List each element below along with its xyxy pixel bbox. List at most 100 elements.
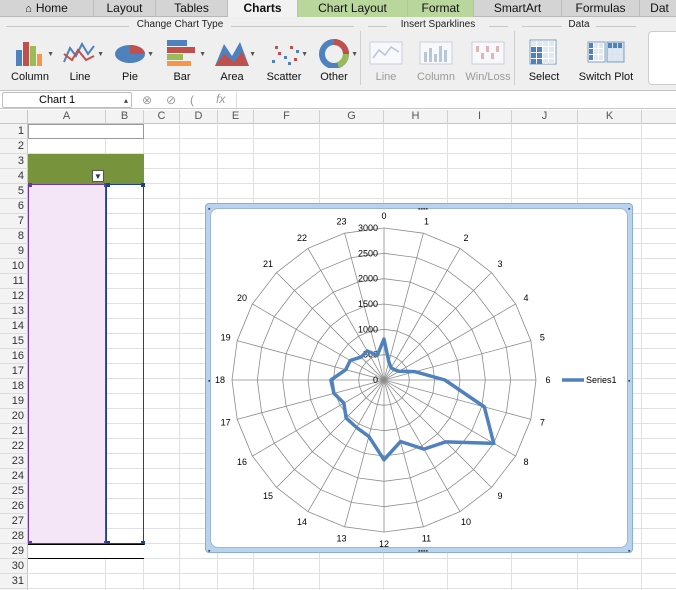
row-header[interactable]: 1 <box>0 124 28 139</box>
select-all-corner[interactable] <box>0 110 28 124</box>
tab-chart-layout[interactable]: Chart Layout <box>298 0 408 17</box>
row-header[interactable]: 28 <box>0 529 28 544</box>
chart-resize-handle[interactable]: ▪ <box>628 548 631 554</box>
row-header[interactable]: 10 <box>0 259 28 274</box>
chart-resize-handle[interactable]: ▪▪▪▪ <box>418 206 428 213</box>
row-header[interactable]: 24 <box>0 469 28 484</box>
column-header-K[interactable]: K <box>578 110 642 124</box>
row-header[interactable]: 9 <box>0 244 28 259</box>
column-sparkline-button[interactable]: Column <box>410 31 462 87</box>
chevron-down-icon[interactable]: ▼ <box>97 51 104 58</box>
formula-input[interactable] <box>236 92 672 108</box>
column-header-G[interactable]: G <box>320 110 384 124</box>
report-filter-area[interactable] <box>28 124 144 139</box>
row-header[interactable]: 8 <box>0 229 28 244</box>
chevron-down-icon[interactable]: ▼ <box>301 51 308 58</box>
row-header[interactable]: 11 <box>0 274 28 289</box>
row-header[interactable]: 19 <box>0 394 28 409</box>
row-header[interactable]: 17 <box>0 364 28 379</box>
tab-dat[interactable]: Dat <box>640 0 676 17</box>
row-header[interactable]: 15 <box>0 334 28 349</box>
range-handle[interactable] <box>141 183 145 187</box>
row-header[interactable]: 18 <box>0 379 28 394</box>
bar-button[interactable]: ▼ Bar <box>156 31 208 87</box>
row-header[interactable]: 26 <box>0 499 28 514</box>
row-header[interactable]: 13 <box>0 304 28 319</box>
column-header-A[interactable]: A <box>28 110 106 124</box>
row-header[interactable]: 3 <box>0 154 28 169</box>
tab-layout[interactable]: Layout <box>94 0 156 17</box>
column-header-overflow[interactable] <box>642 110 676 124</box>
tab-label: Charts <box>243 1 282 15</box>
row-header[interactable]: 30 <box>0 559 28 574</box>
row-labels-header[interactable]: ▼ <box>28 169 106 184</box>
win-loss-sparkline-button[interactable]: Win/Loss <box>462 31 514 87</box>
row-header[interactable]: 27 <box>0 514 28 529</box>
total-header[interactable] <box>106 169 144 184</box>
tab-home[interactable]: ⌂ Home <box>0 0 94 17</box>
grand-total-value[interactable] <box>106 544 144 559</box>
filter-dropdown-icon[interactable]: ▼ <box>92 170 104 182</box>
column-header-I[interactable]: I <box>448 110 512 124</box>
row-header[interactable]: 2 <box>0 139 28 154</box>
row-header[interactable]: 20 <box>0 409 28 424</box>
chevron-down-icon[interactable]: ▼ <box>47 51 54 58</box>
chevron-down-icon[interactable]: ▼ <box>199 51 206 58</box>
column-button[interactable]: ▼ Column <box>4 31 56 87</box>
pivot-title[interactable] <box>28 154 106 169</box>
row-header[interactable]: 5 <box>0 184 28 199</box>
row-header[interactable]: 29 <box>0 544 28 559</box>
row-header[interactable]: 31 <box>0 574 28 589</box>
row-header[interactable]: 6 <box>0 199 28 214</box>
column-header-E[interactable]: E <box>218 110 254 124</box>
chevron-down-icon[interactable]: ▼ <box>147 51 154 58</box>
area-button[interactable]: ▼ Area <box>206 31 258 87</box>
row-header[interactable]: 12 <box>0 289 28 304</box>
tab-format[interactable]: Format <box>408 0 474 17</box>
chart-resize-handle[interactable]: ▪ <box>208 206 211 213</box>
chart-resize-handle[interactable]: ▪▪▪▪ <box>418 548 428 554</box>
line-sparkline-button[interactable]: Line <box>362 31 410 87</box>
row-header[interactable]: 4 <box>0 169 28 184</box>
switch-plot-button[interactable]: Switch Plot <box>574 31 638 87</box>
column-header-C[interactable]: C <box>144 110 180 124</box>
row-header[interactable]: 23 <box>0 454 28 469</box>
row-header[interactable]: 21 <box>0 424 28 439</box>
pie-button[interactable]: ▼ Pie <box>104 31 156 87</box>
tab-formulas[interactable]: Formulas <box>562 0 640 17</box>
column-header-B[interactable]: B <box>106 110 144 124</box>
row-header[interactable]: 14 <box>0 319 28 334</box>
grand-total-label[interactable] <box>28 544 106 559</box>
other-button[interactable]: ▼ Other <box>308 31 360 87</box>
chart-resize-handle[interactable]: ▪ <box>628 378 631 385</box>
scatter-button[interactable]: ▼ Scatter <box>258 31 310 87</box>
column-header-D[interactable]: D <box>180 110 218 124</box>
confirm-icon[interactable]: ⊘ <box>166 93 176 107</box>
chart-resize-handle[interactable]: ▪ <box>208 548 211 554</box>
tab-smartart[interactable]: SmartArt <box>474 0 562 17</box>
name-box[interactable]: Chart 1 ▴▾ <box>2 92 132 119</box>
row-header[interactable]: 7 <box>0 214 28 229</box>
chart-object[interactable]: 0 1 2 3 4 5 6 7 8 9 10 11 12 13 14 15 16 17 18 19 20 21 22 23 0 5… <box>205 203 633 554</box>
line-button[interactable]: ▼ Line <box>54 31 106 87</box>
select-button[interactable]: Select <box>518 31 570 87</box>
cancel-icon[interactable]: ⊗ <box>142 93 152 107</box>
column-header-J[interactable]: J <box>512 110 578 124</box>
column-header-F[interactable]: F <box>254 110 320 124</box>
range-handle[interactable] <box>106 183 110 187</box>
chart-resize-handle[interactable]: ▪ <box>208 378 211 385</box>
insert-function-icon[interactable]: fx <box>216 92 225 106</box>
tab-charts[interactable]: Charts <box>228 0 298 17</box>
chevron-down-icon[interactable]: ▼ <box>351 51 358 58</box>
formula-paren-icon[interactable]: ( <box>190 93 194 107</box>
category-label: 9 <box>497 491 502 501</box>
column-header-H[interactable]: H <box>384 110 448 124</box>
legend-label[interactable]: Series1 <box>586 375 617 385</box>
row-header[interactable]: 22 <box>0 439 28 454</box>
row-header[interactable]: 16 <box>0 349 28 364</box>
tab-tables[interactable]: Tables <box>156 0 228 17</box>
chart-resize-handle[interactable]: ▪ <box>628 206 631 213</box>
chevron-down-icon[interactable]: ▼ <box>249 51 256 58</box>
range-handle[interactable] <box>28 183 32 187</box>
row-header[interactable]: 25 <box>0 484 28 499</box>
